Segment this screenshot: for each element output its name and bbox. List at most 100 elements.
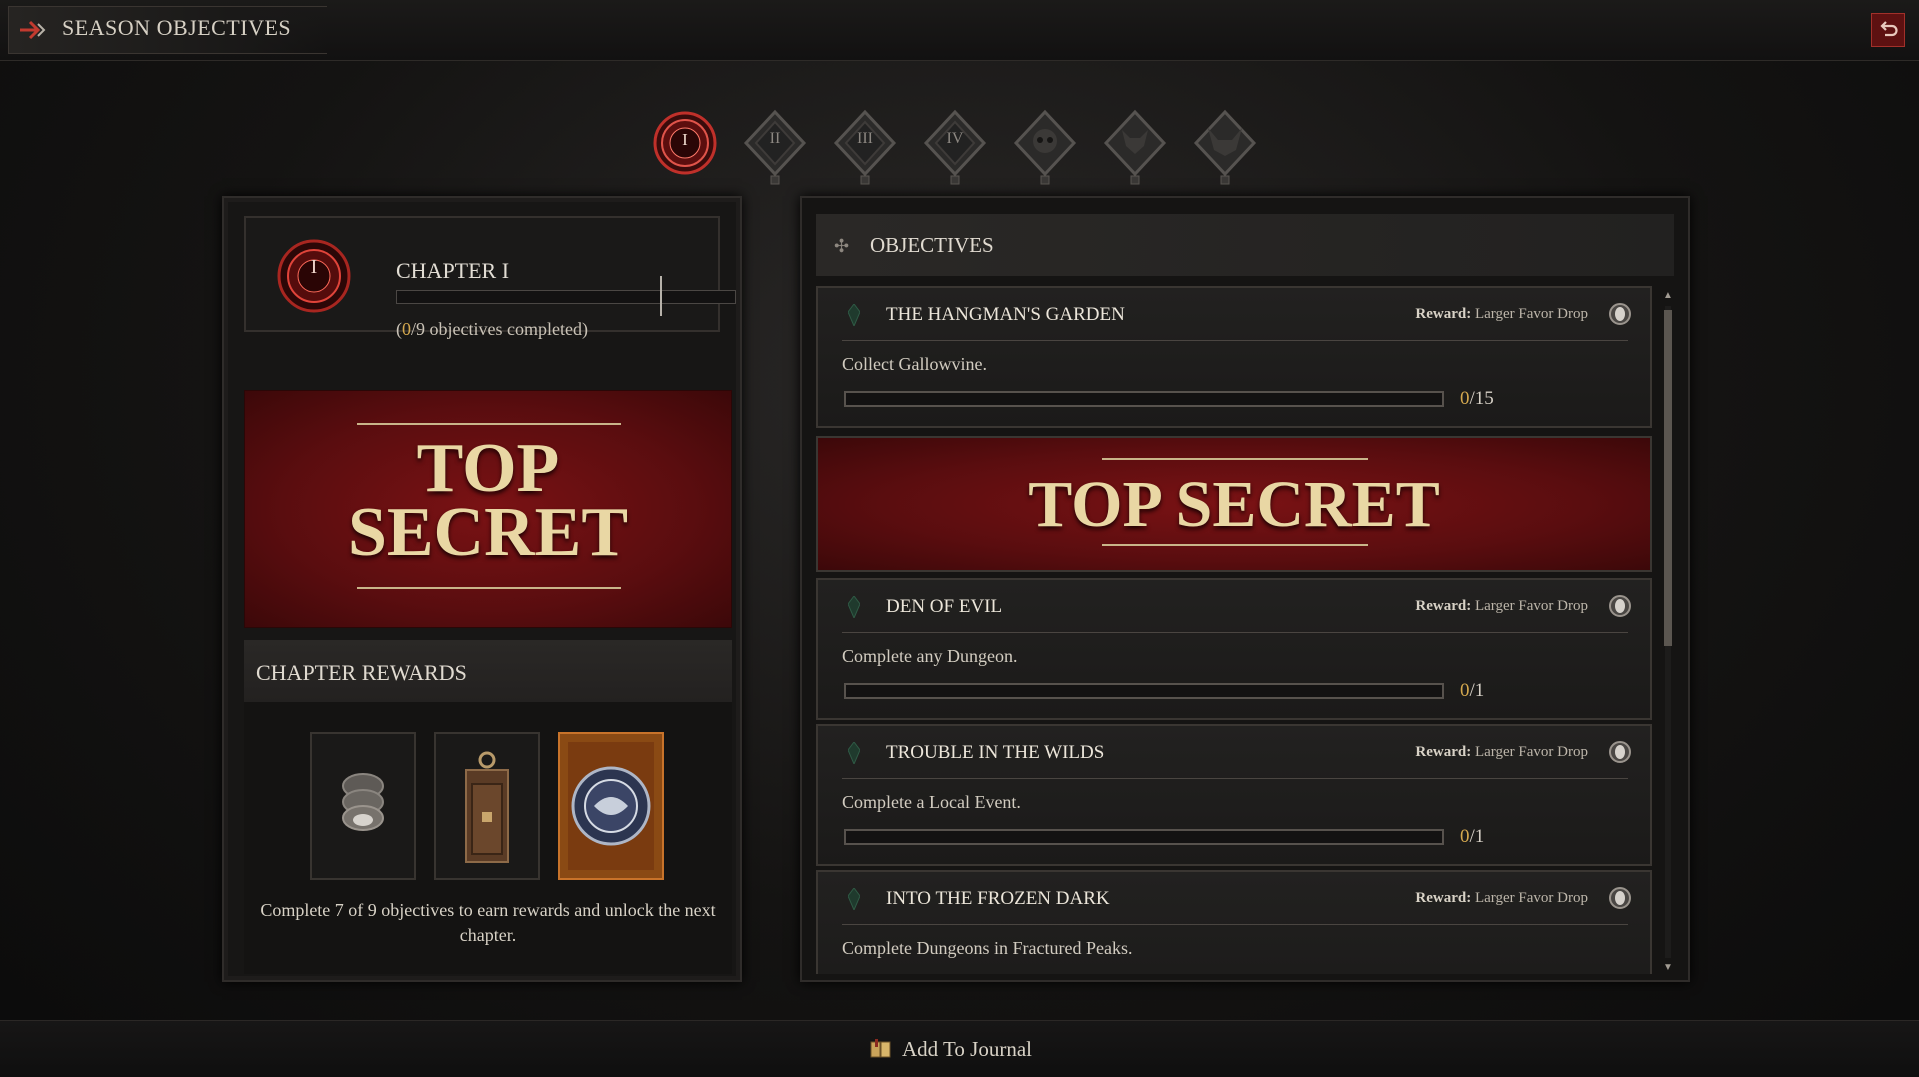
objective-count: 0/1 [1460,680,1484,702]
chapter-progress-bar [396,290,736,304]
objective-reward: Reward: Larger Favor Drop [1415,744,1588,761]
objective-marker-icon [848,888,860,910]
objective-description: Complete any Dungeon. [842,646,1018,666]
chapter-numeral: I [310,256,318,278]
chapter-tab-label: III [857,130,873,147]
objectives-panel: ✣ OBJECTIVES THE HANGMAN'S GARDEN Reward… [800,196,1690,982]
top-secret-line-1: TOP [416,430,560,507]
reward-slot-3[interactable] [558,732,664,880]
chapter-tab-3[interactable]: III [830,106,900,190]
objective-title: TROUBLE IN THE WILDS [886,742,1105,763]
diamond-locked-icon [923,109,987,185]
return-icon [1880,21,1898,37]
objective-title: INTO THE FROZEN DARK [886,888,1110,909]
objectives-icon: ✣ [834,236,850,256]
progress-completed: 0 [402,319,411,339]
demon-locked-icon [1103,109,1167,185]
diamond-locked-icon [743,109,807,185]
horned-skull-locked-icon [1193,109,1257,185]
objective-marker-icon [848,742,860,764]
flourish-top [357,423,621,425]
chapter-rewards-description: Complete 7 of 9 objectives to earn rewar… [260,900,716,945]
reward-text: Larger Favor Drop [1474,306,1588,322]
objective-count-total: /1 [1469,826,1485,847]
favor-icon [1609,595,1631,617]
flourish-bottom [1102,544,1368,546]
objective-count-total: /15 [1469,388,1494,409]
chapter-rewards-area: Complete 7 of 9 objectives to earn rewar… [244,702,732,974]
chapter-tab-7[interactable] [1190,106,1260,190]
objective-progress-bar [844,683,1444,699]
objective-description: Complete a Local Event. [842,792,1021,812]
chapter-tab-label: II [769,130,781,147]
objective-count: 0/15 [1460,388,1494,410]
favor-icon [1609,303,1631,325]
flourish-bottom [357,587,621,589]
chapter-tab-5[interactable] [1010,106,1080,190]
objective-divider [842,340,1628,341]
objective-progress-bar [844,829,1444,845]
chapter-tab-6[interactable] [1100,106,1170,190]
objective-count-current: 0 [1460,680,1470,701]
chapter-rewards-title: CHAPTER REWARDS [256,660,467,685]
objective-title: DEN OF EVIL [886,596,1003,617]
chapter-tab-4[interactable]: IV [920,106,990,190]
reward-text: Larger Favor Drop [1474,890,1588,906]
flourish-top [1102,458,1368,460]
objective-title: THE HANGMAN'S GARDEN [886,304,1125,325]
journal-icon [870,1039,891,1058]
reward-text: Larger Favor Drop [1474,598,1588,614]
chapter-title: CHAPTER I [396,258,510,283]
chapter-tab-2[interactable]: II [740,106,810,190]
objectives-title: OBJECTIVES [870,233,994,257]
emblem-icon [568,742,654,870]
back-arrow-icon[interactable] [18,18,48,42]
top-secret-text: TOP SECRET [245,430,731,571]
reward-prefix: Reward: [1415,598,1472,614]
skull-locked-icon [1013,109,1077,185]
favor-icon [1609,887,1631,909]
page-title: SEASON OBJECTIVES [62,15,292,40]
reward-prefix: Reward: [1415,306,1472,322]
objective-progress-bar [844,391,1444,407]
top-secret-objective: TOP SECRET [816,436,1652,572]
objectives-list[interactable]: THE HANGMAN'S GARDEN Reward: Larger Favo… [816,286,1652,974]
objective-marker-icon [848,596,860,618]
objective-card[interactable]: TROUBLE IN THE WILDS Reward: Larger Favo… [816,724,1652,866]
objective-reward: Reward: Larger Favor Drop [1415,306,1588,323]
objective-divider [842,632,1628,633]
chapter-tabs: I II III IV [650,106,1270,190]
top-secret-objective-text: TOP SECRET [1028,468,1440,541]
chapter-header: I CHAPTER I (0/9 objectives completed) [244,216,736,339]
objective-count: 0/1 [1460,826,1484,848]
objectives-header: ✣ OBJECTIVES [816,214,1674,276]
favor-icon [1609,741,1631,763]
objective-card[interactable]: DEN OF EVIL Reward: Larger Favor Drop Co… [816,578,1652,720]
objective-reward: Reward: Larger Favor Drop [1415,890,1588,907]
scroll-up-icon[interactable]: ▲ [1662,290,1674,302]
reward-prefix: Reward: [1415,744,1472,760]
bottom-bar: Add To Journal [0,1020,1919,1077]
scroll-thumb[interactable] [1664,310,1672,646]
objective-description: Complete Dungeons in Fractured Peaks. [842,938,1133,958]
chapter-tab-1[interactable]: I [650,106,720,190]
objective-card[interactable]: INTO THE FROZEN DARK Reward: Larger Favo… [816,870,1652,974]
chapter-tab-label: IV [946,130,964,147]
objective-card[interactable]: THE HANGMAN'S GARDEN Reward: Larger Favo… [816,286,1652,428]
chapter-progress-marker [660,276,662,316]
chapter-panel: I CHAPTER I (0/9 objectives completed) T… [222,196,742,982]
objective-count-current: 0 [1460,388,1470,409]
top-secret-line-2: SECRET [347,494,629,571]
chapter-progress-text: (0/9 objectives completed) [396,319,588,340]
reward-slot-1[interactable] [310,732,416,880]
close-button[interactable] [1871,13,1905,47]
objective-reward: Reward: Larger Favor Drop [1415,598,1588,615]
objective-divider [842,778,1628,779]
objective-count-current: 0 [1460,826,1470,847]
objectives-scrollbar[interactable]: ▲ ▼ [1662,290,1674,974]
reward-slot-2[interactable] [434,732,540,880]
scroll-down-icon[interactable]: ▼ [1662,962,1674,974]
reward-prefix: Reward: [1415,890,1472,906]
reward-text: Larger Favor Drop [1474,744,1588,760]
objective-count-total: /1 [1469,680,1485,701]
